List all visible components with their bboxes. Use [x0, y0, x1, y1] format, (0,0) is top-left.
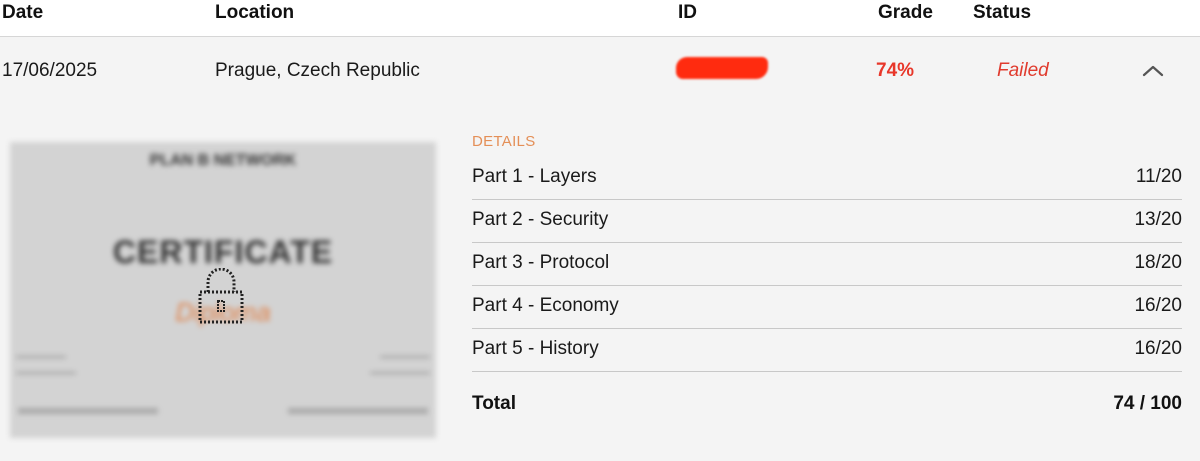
header-location: Location: [215, 2, 295, 23]
header-status: Status: [973, 2, 1032, 23]
total-label: Total: [472, 393, 516, 414]
header-date: Date: [2, 2, 44, 23]
details-heading: DETAILS: [472, 133, 536, 150]
detail-name: Part 1 - Layers: [472, 166, 597, 187]
detail-name: Part 4 - Economy: [472, 295, 619, 316]
row-location: Prague, Czech Republic: [215, 60, 420, 81]
total-score: 74 / 100: [1113, 393, 1182, 414]
detail-score: 11/20: [1135, 166, 1182, 187]
row-status: Failed: [997, 60, 1049, 81]
detail-score: 16/20: [1134, 295, 1182, 316]
detail-name: Part 5 - History: [472, 338, 599, 359]
detail-score: 18/20: [1134, 252, 1182, 273]
total-row: Total 74 / 100: [472, 393, 1182, 419]
exam-result-row[interactable]: 17/06/2025 Prague, Czech Republic 74% Fa…: [0, 36, 1200, 461]
certificate-title: CERTIFICATE: [112, 234, 334, 270]
row-grade: 74%: [876, 60, 915, 81]
detail-score: 16/20: [1134, 338, 1182, 359]
detail-name: Part 2 - Security: [472, 209, 609, 230]
detail-score: 13/20: [1134, 209, 1182, 230]
certificate-logo: PLAN B NETWORK: [149, 152, 297, 169]
row-date: 17/06/2025: [2, 60, 98, 81]
lock-icon: [198, 268, 244, 324]
header-grade: Grade: [878, 2, 933, 23]
detail-row: Part 2 - Security 13/20: [472, 199, 1182, 243]
table-header: Date Location ID Grade Status: [0, 0, 1200, 36]
detail-row: Part 1 - Layers 11/20: [472, 156, 1182, 200]
row-id-redacted: [676, 57, 768, 79]
detail-row: Part 4 - Economy 16/20: [472, 285, 1182, 329]
detail-name: Part 3 - Protocol: [472, 252, 610, 273]
chevron-up-icon[interactable]: [1138, 61, 1168, 81]
detail-row: Part 5 - History 16/20: [472, 328, 1182, 372]
detail-row: Part 3 - Protocol 18/20: [472, 242, 1182, 286]
header-id: ID: [678, 2, 697, 23]
